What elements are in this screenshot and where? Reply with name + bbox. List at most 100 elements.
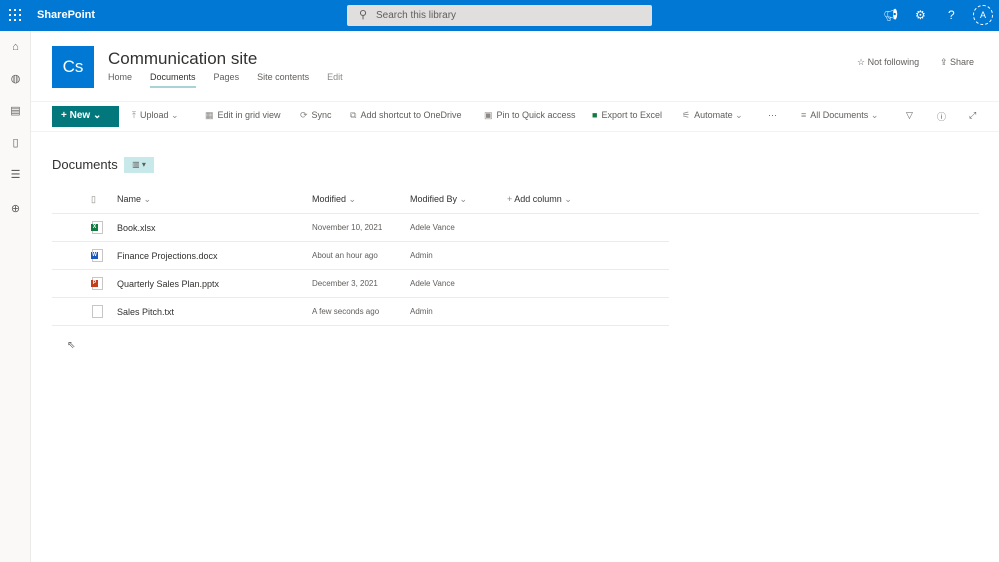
search-placeholder: Search this library xyxy=(376,10,457,21)
row-divider xyxy=(52,269,669,270)
chevron-down-icon: ⌄ xyxy=(348,194,357,204)
row-divider xyxy=(52,325,669,326)
chevron-down-icon: ⌄ xyxy=(459,194,468,204)
globe-icon[interactable]: ◍ xyxy=(9,73,22,86)
automate-button[interactable]: ⚟ Automate ⌄ xyxy=(682,110,747,121)
excel-icon: ■ xyxy=(592,110,598,120)
news-icon[interactable]: ▤ xyxy=(9,105,22,118)
upload-label: Upload xyxy=(139,110,169,120)
left-rail: ⌂ ◍ ▤ ▯ ☰ ⊕ xyxy=(0,31,31,562)
row-divider xyxy=(52,297,669,298)
pin-icon: ▣ xyxy=(484,110,493,120)
info-icon[interactable]: ⓘ xyxy=(937,110,946,123)
megaphone-icon[interactable]: 📢︎ xyxy=(883,8,898,22)
chevron-down-icon: ⌄ xyxy=(870,110,879,120)
avatar[interactable]: A xyxy=(973,5,993,25)
export-excel-button[interactable]: ■ Export to Excel xyxy=(592,110,662,120)
expand-icon[interactable]: ⤢ xyxy=(969,110,976,121)
automate-label: Automate xyxy=(694,110,733,120)
upload-button[interactable]: ⤒ Upload ⌄ xyxy=(132,110,183,121)
add-column-button[interactable]: + Add column ⌄ xyxy=(507,194,572,205)
share-label: Share xyxy=(950,57,975,67)
modified-by[interactable]: Admin xyxy=(410,307,433,316)
automate-icon: ⚟ xyxy=(682,110,691,120)
file-name[interactable]: Sales Pitch.txt xyxy=(117,307,174,317)
sync-icon: ⟳ xyxy=(300,110,308,120)
shortcut-label: Add shortcut to OneDrive xyxy=(360,110,462,120)
search-input[interactable]: ⚲ Search this library xyxy=(347,5,652,26)
column-name[interactable]: Name ⌄ xyxy=(117,194,151,205)
nav-home[interactable]: Home xyxy=(108,72,132,88)
library-view-icon[interactable]: ▥ ▾ xyxy=(124,157,154,173)
pin-button[interactable]: ▣ Pin to Quick access xyxy=(484,110,576,121)
sync-button[interactable]: ⟳ Sync xyxy=(300,110,332,121)
search-icon: ⚲ xyxy=(359,9,368,21)
more-button[interactable]: ··· xyxy=(768,110,777,120)
header-divider xyxy=(52,213,979,214)
new-button[interactable]: + New ⌄ xyxy=(52,106,119,127)
modified-date: About an hour ago xyxy=(312,251,378,260)
nav-pages[interactable]: Pages xyxy=(214,72,240,88)
modified-date: November 10, 2021 xyxy=(312,223,383,232)
nav-edit[interactable]: Edit xyxy=(327,72,343,88)
modified-date: December 3, 2021 xyxy=(312,279,378,288)
shortcut-icon: ⧉ xyxy=(350,110,357,120)
excel-file-icon: X xyxy=(91,221,103,234)
star-icon: ☆ xyxy=(857,57,868,67)
row-divider xyxy=(52,241,669,242)
chevron-down-icon: ⌄ xyxy=(92,110,102,121)
app-name[interactable]: SharePoint xyxy=(37,9,95,21)
add-shortcut-button[interactable]: ⧉ Add shortcut to OneDrive xyxy=(350,110,462,121)
chevron-down-icon: ⌄ xyxy=(735,110,743,120)
app-launcher-icon[interactable] xyxy=(9,9,21,21)
grid-view-button[interactable]: ▦ Edit in grid view xyxy=(205,110,281,121)
column-name-label: Name xyxy=(117,194,142,204)
file-name[interactable]: Book.xlsx xyxy=(117,223,156,233)
file-name[interactable]: Quarterly Sales Plan.pptx xyxy=(117,279,219,289)
help-icon[interactable]: ? xyxy=(948,8,955,22)
site-title[interactable]: Communication site xyxy=(108,49,257,69)
home-icon[interactable]: ⌂ xyxy=(9,41,22,54)
column-modified-label: Modified xyxy=(312,194,347,204)
text-file-icon xyxy=(92,305,103,318)
create-icon[interactable]: ⊕ xyxy=(9,203,22,216)
chevron-down-icon: ⌄ xyxy=(564,194,572,204)
grid-label: Edit in grid view xyxy=(217,110,281,120)
view-label: All Documents xyxy=(810,110,869,120)
mouse-cursor-icon: ⇖ xyxy=(67,340,76,351)
document-icon[interactable]: ▯ xyxy=(9,137,22,150)
library-title: Documents xyxy=(52,157,118,172)
chevron-down-icon: ⌄ xyxy=(143,194,152,204)
pin-label: Pin to Quick access xyxy=(496,110,576,120)
site-logo[interactable]: Cs xyxy=(52,46,94,88)
sync-label: Sync xyxy=(311,110,332,120)
modified-by[interactable]: Admin xyxy=(410,251,433,260)
column-modified[interactable]: Modified ⌄ xyxy=(312,194,356,205)
plus-icon: + xyxy=(61,110,70,121)
modified-by[interactable]: Adele Vance xyxy=(410,279,455,288)
grid-icon: ▦ xyxy=(205,110,214,120)
site-nav: Home Documents Pages Site contents Edit xyxy=(108,72,361,88)
new-label: New xyxy=(69,110,91,121)
list-icon[interactable]: ☰ xyxy=(9,169,22,182)
file-type-icon[interactable]: ▯ xyxy=(91,194,96,205)
follow-label: Not following xyxy=(867,57,920,67)
export-label: Export to Excel xyxy=(601,110,662,120)
modified-by[interactable]: Adele Vance xyxy=(410,223,455,232)
filter-icon[interactable]: ▽ xyxy=(906,110,913,121)
view-icon: ≡ xyxy=(801,110,807,120)
add-column-label: Add column xyxy=(514,194,562,204)
file-name[interactable]: Finance Projections.docx xyxy=(117,251,218,261)
view-selector[interactable]: ≡ All Documents ⌄ xyxy=(801,110,882,121)
follow-button[interactable]: ☆ Not following xyxy=(857,57,919,68)
nav-site-contents[interactable]: Site contents xyxy=(257,72,309,88)
chevron-down-icon: ⌄ xyxy=(171,110,179,120)
powerpoint-file-icon: P xyxy=(91,277,103,290)
gear-icon[interactable]: ⚙ xyxy=(915,8,926,22)
nav-documents[interactable]: Documents xyxy=(150,72,196,88)
suite-bar: SharePoint ⚲ Search this library 📢︎ ⚙ ? A xyxy=(0,0,999,31)
word-file-icon: W xyxy=(91,249,103,262)
share-icon: ⇪ xyxy=(940,57,951,67)
column-modified-by[interactable]: Modified By ⌄ xyxy=(410,194,467,205)
share-button[interactable]: ⇪ Share xyxy=(940,57,974,68)
